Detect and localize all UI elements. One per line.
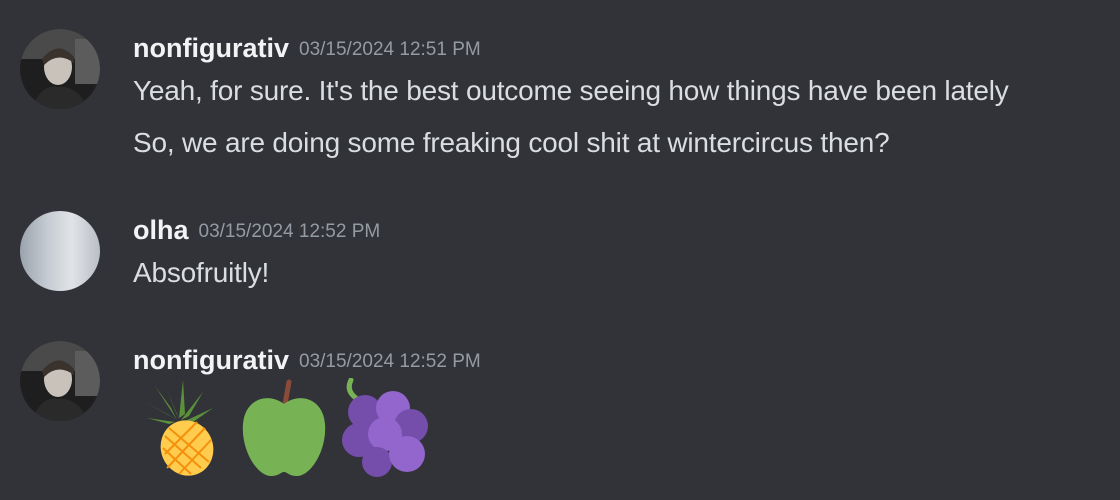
user-photo-icon: [20, 341, 100, 421]
avatar[interactable]: [20, 211, 100, 291]
grapes-icon[interactable]: [337, 378, 437, 478]
pineapple-icon[interactable]: [137, 378, 223, 478]
message-header: nonfigurativ 03/15/2024 12:52 PM: [133, 345, 481, 376]
message-header: olha 03/15/2024 12:52 PM: [133, 215, 380, 246]
timestamp[interactable]: 03/15/2024 12:52 PM: [199, 221, 381, 242]
user-avatar-icon: [20, 211, 100, 291]
message-group: nonfigurativ 03/15/2024 12:51 PM Yeah, fo…: [0, 0, 1120, 180]
username[interactable]: olha: [133, 215, 189, 245]
message-text: Absofruitly!: [133, 257, 270, 288]
user-photo-icon: [20, 29, 100, 109]
message-text: So, we are doing some freaking cool shit…: [133, 127, 890, 158]
avatar[interactable]: [20, 29, 100, 109]
avatar[interactable]: [20, 341, 100, 421]
message-header: nonfigurativ 03/15/2024 12:51 PM: [133, 33, 481, 64]
green-apple-icon[interactable]: [241, 378, 327, 478]
timestamp[interactable]: 03/15/2024 12:52 PM: [299, 351, 481, 372]
username[interactable]: nonfigurativ: [133, 33, 289, 63]
username[interactable]: nonfigurativ: [133, 345, 289, 375]
message-group: olha 03/15/2024 12:52 PM Absofruitly!: [0, 180, 1120, 300]
message-text: Yeah, for sure. It's the best outcome se…: [133, 75, 1009, 106]
timestamp[interactable]: 03/15/2024 12:51 PM: [299, 39, 481, 60]
